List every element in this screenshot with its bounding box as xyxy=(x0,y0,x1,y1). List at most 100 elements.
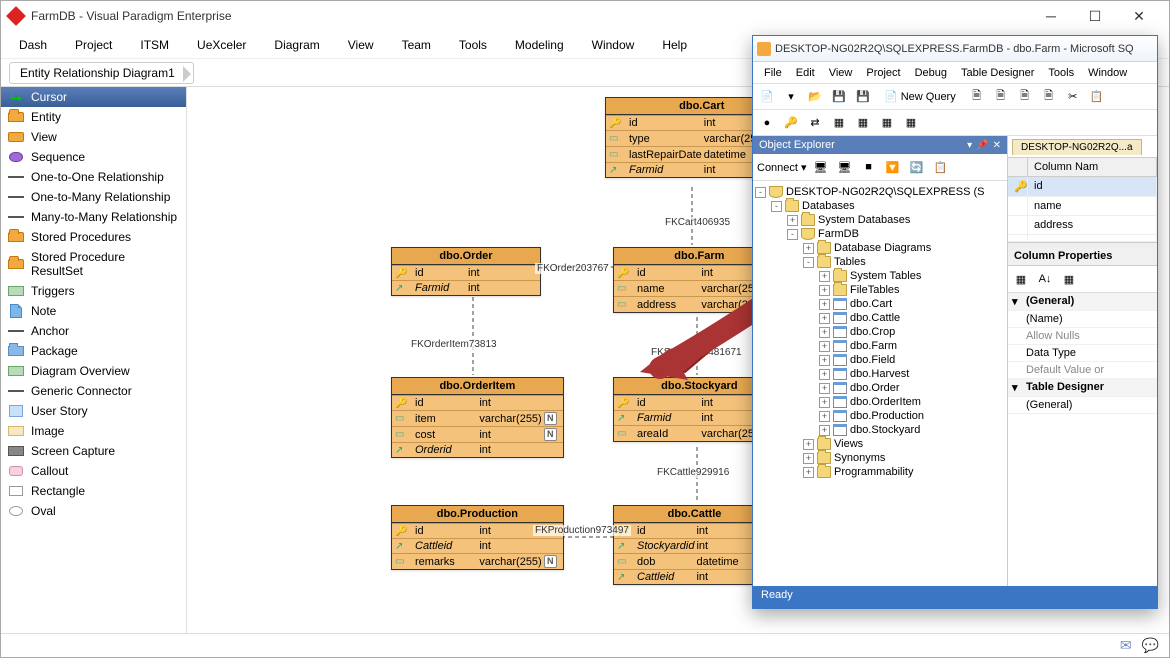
sort-icon[interactable]: A↓ xyxy=(1035,269,1055,289)
prop-row[interactable]: Allow Nulls xyxy=(1026,330,1153,342)
categorize-icon[interactable]: ▦ xyxy=(1011,269,1031,289)
menu-dash[interactable]: Dash xyxy=(7,34,59,56)
tb-icon[interactable]: 🗎 xyxy=(991,87,1011,107)
tree-table-dbo-field[interactable]: +dbo.Field xyxy=(819,353,1005,367)
columns-grid[interactable]: Column Nam 🔑id name address xyxy=(1008,158,1157,243)
ssms-menu-edit[interactable]: Edit xyxy=(789,65,822,81)
filter-icon[interactable]: 🔽 xyxy=(883,157,903,177)
key-icon[interactable]: 🔑 xyxy=(781,113,801,133)
table-column[interactable]: 🔑idint xyxy=(392,395,563,410)
palette-oval[interactable]: Oval xyxy=(1,501,186,521)
expand-icon[interactable]: + xyxy=(819,327,830,338)
props-icon[interactable]: ▦ xyxy=(1059,269,1079,289)
ssms-menu-table-designer[interactable]: Table Designer xyxy=(954,65,1041,81)
menu-itsm[interactable]: ITSM xyxy=(128,34,181,56)
palette-screen-capture[interactable]: Screen Capture xyxy=(1,441,186,461)
expand-icon[interactable]: + xyxy=(819,425,830,436)
palette-generic-connector[interactable]: Generic Connector xyxy=(1,381,186,401)
new-project-icon[interactable]: 📄 xyxy=(757,87,777,107)
menu-modeling[interactable]: Modeling xyxy=(503,34,576,56)
collapse-icon[interactable]: - xyxy=(755,187,766,198)
maximize-button[interactable]: ☐ xyxy=(1073,1,1117,31)
expand-icon[interactable]: + xyxy=(819,383,830,394)
ssms-menu-project[interactable]: Project xyxy=(859,65,907,81)
er-table[interactable]: dbo.Production🔑idint↗Cattleidint▭remarks… xyxy=(391,505,564,570)
palette-stored-procedure-resultset[interactable]: Stored Procedure ResultSet xyxy=(1,247,186,281)
palette-one-to-many-relationship[interactable]: One-to-Many Relationship xyxy=(1,187,186,207)
expand-icon[interactable]: + xyxy=(803,243,814,254)
expand-icon[interactable]: + xyxy=(803,467,814,478)
table-column[interactable]: ▭itemvarchar(255)N xyxy=(392,410,563,426)
table-column[interactable]: ▭dobdatetimeN xyxy=(614,553,775,569)
er-table[interactable]: dbo.Order🔑idint↗Farmidint xyxy=(391,247,541,296)
doc-tab[interactable]: DESKTOP-NG02R2Q...a xyxy=(1012,139,1142,155)
tree-table-dbo-production[interactable]: +dbo.Production xyxy=(819,409,1005,423)
dropdown-icon[interactable]: ▾ xyxy=(781,87,801,107)
menu-tools[interactable]: Tools xyxy=(447,34,499,56)
open-icon[interactable]: 📂 xyxy=(805,87,825,107)
prop-row[interactable]: (General) xyxy=(1026,399,1153,411)
cut-icon[interactable]: ✂ xyxy=(1063,87,1083,107)
index-icon[interactable]: ▦ xyxy=(829,113,849,133)
collapse-icon[interactable]: - xyxy=(771,201,782,212)
palette-callout[interactable]: Callout xyxy=(1,461,186,481)
tree-databases[interactable]: -Databases xyxy=(771,199,1005,213)
ssms-menu-debug[interactable]: Debug xyxy=(908,65,954,81)
breadcrumb-item[interactable]: Entity Relationship Diagram1 xyxy=(9,62,194,84)
tb-icon[interactable]: 🗎 xyxy=(1039,87,1059,107)
expand-icon[interactable]: + xyxy=(819,271,830,282)
tree-filetables[interactable]: +FileTables xyxy=(819,283,1005,297)
collapse-icon[interactable]: ▾ xyxy=(1012,381,1026,394)
menu-view[interactable]: View xyxy=(336,34,386,56)
palette-stored-procedures[interactable]: Stored Procedures xyxy=(1,227,186,247)
table-column[interactable]: ▭remarksvarchar(255)N xyxy=(392,553,563,569)
collapse-icon[interactable]: - xyxy=(803,257,814,268)
palette-entity[interactable]: Entity xyxy=(1,107,186,127)
tree-system-tables[interactable]: +System Tables xyxy=(819,269,1005,283)
tree-table-dbo-order[interactable]: +dbo.Order xyxy=(819,381,1005,395)
expand-icon[interactable]: + xyxy=(803,453,814,464)
expand-icon[interactable]: + xyxy=(787,215,798,226)
ssms-menu-view[interactable]: View xyxy=(822,65,860,81)
menu-uexceler[interactable]: UeXceler xyxy=(185,34,258,56)
tree-db-diagrams[interactable]: +Database Diagrams xyxy=(803,241,1005,255)
tree-synonyms[interactable]: +Synonyms xyxy=(803,451,1005,465)
table-column[interactable]: ↗Orderidint xyxy=(392,442,563,457)
tree-farmdb[interactable]: -FarmDB xyxy=(787,227,1005,241)
close-button[interactable]: ✕ xyxy=(1117,1,1161,31)
grid-cell[interactable]: address xyxy=(1028,216,1157,234)
table-column[interactable]: 🔑idint xyxy=(392,265,540,280)
ssms-menu-tools[interactable]: Tools xyxy=(1041,65,1081,81)
tree-system-databases[interactable]: +System Databases xyxy=(787,213,1005,227)
copy-icon[interactable]: 📋 xyxy=(1087,87,1107,107)
table-column[interactable]: ↗Cattleidint xyxy=(392,538,563,553)
expand-icon[interactable]: + xyxy=(819,369,830,380)
palette-cursor[interactable]: ⮡Cursor xyxy=(1,87,186,107)
palette-note[interactable]: Note xyxy=(1,301,186,321)
pin-icon[interactable]: 📌 xyxy=(976,140,988,151)
prop-row[interactable]: (Name) xyxy=(1026,313,1153,325)
oe-tree[interactable]: -DESKTOP-NG02R2Q\SQLEXPRESS (S-Databases… xyxy=(753,181,1007,586)
grid-cell[interactable]: id xyxy=(1028,177,1157,196)
table-column[interactable]: ↗Stockyardidint xyxy=(614,538,775,553)
tree-programmability[interactable]: +Programmability xyxy=(803,465,1005,479)
table-column[interactable]: ↗Farmidint xyxy=(392,280,540,295)
ssms-menu-file[interactable]: File xyxy=(757,65,789,81)
table-column[interactable]: ↗Cattleidint xyxy=(614,569,775,584)
chat-icon[interactable]: 💬 xyxy=(1142,637,1159,654)
tb-icon[interactable]: 🗎 xyxy=(967,87,987,107)
expand-icon[interactable]: + xyxy=(803,439,814,450)
tree-table-dbo-harvest[interactable]: +dbo.Harvest xyxy=(819,367,1005,381)
expand-icon[interactable]: + xyxy=(819,285,830,296)
tb-icon[interactable]: ● xyxy=(757,113,777,133)
save-icon[interactable]: 💾 xyxy=(829,87,849,107)
minimize-button[interactable]: ─ xyxy=(1029,1,1073,31)
dropdown-icon[interactable]: ▾ xyxy=(967,140,972,151)
palette-sequence[interactable]: Sequence xyxy=(1,147,186,167)
grid-cell[interactable]: name xyxy=(1028,197,1157,215)
tree-table-dbo-cattle[interactable]: +dbo.Cattle xyxy=(819,311,1005,325)
expand-icon[interactable]: + xyxy=(819,355,830,366)
tb-icon[interactable]: ▦ xyxy=(901,113,921,133)
check-icon[interactable]: ▦ xyxy=(853,113,873,133)
close-icon[interactable]: ✕ xyxy=(993,140,1001,151)
